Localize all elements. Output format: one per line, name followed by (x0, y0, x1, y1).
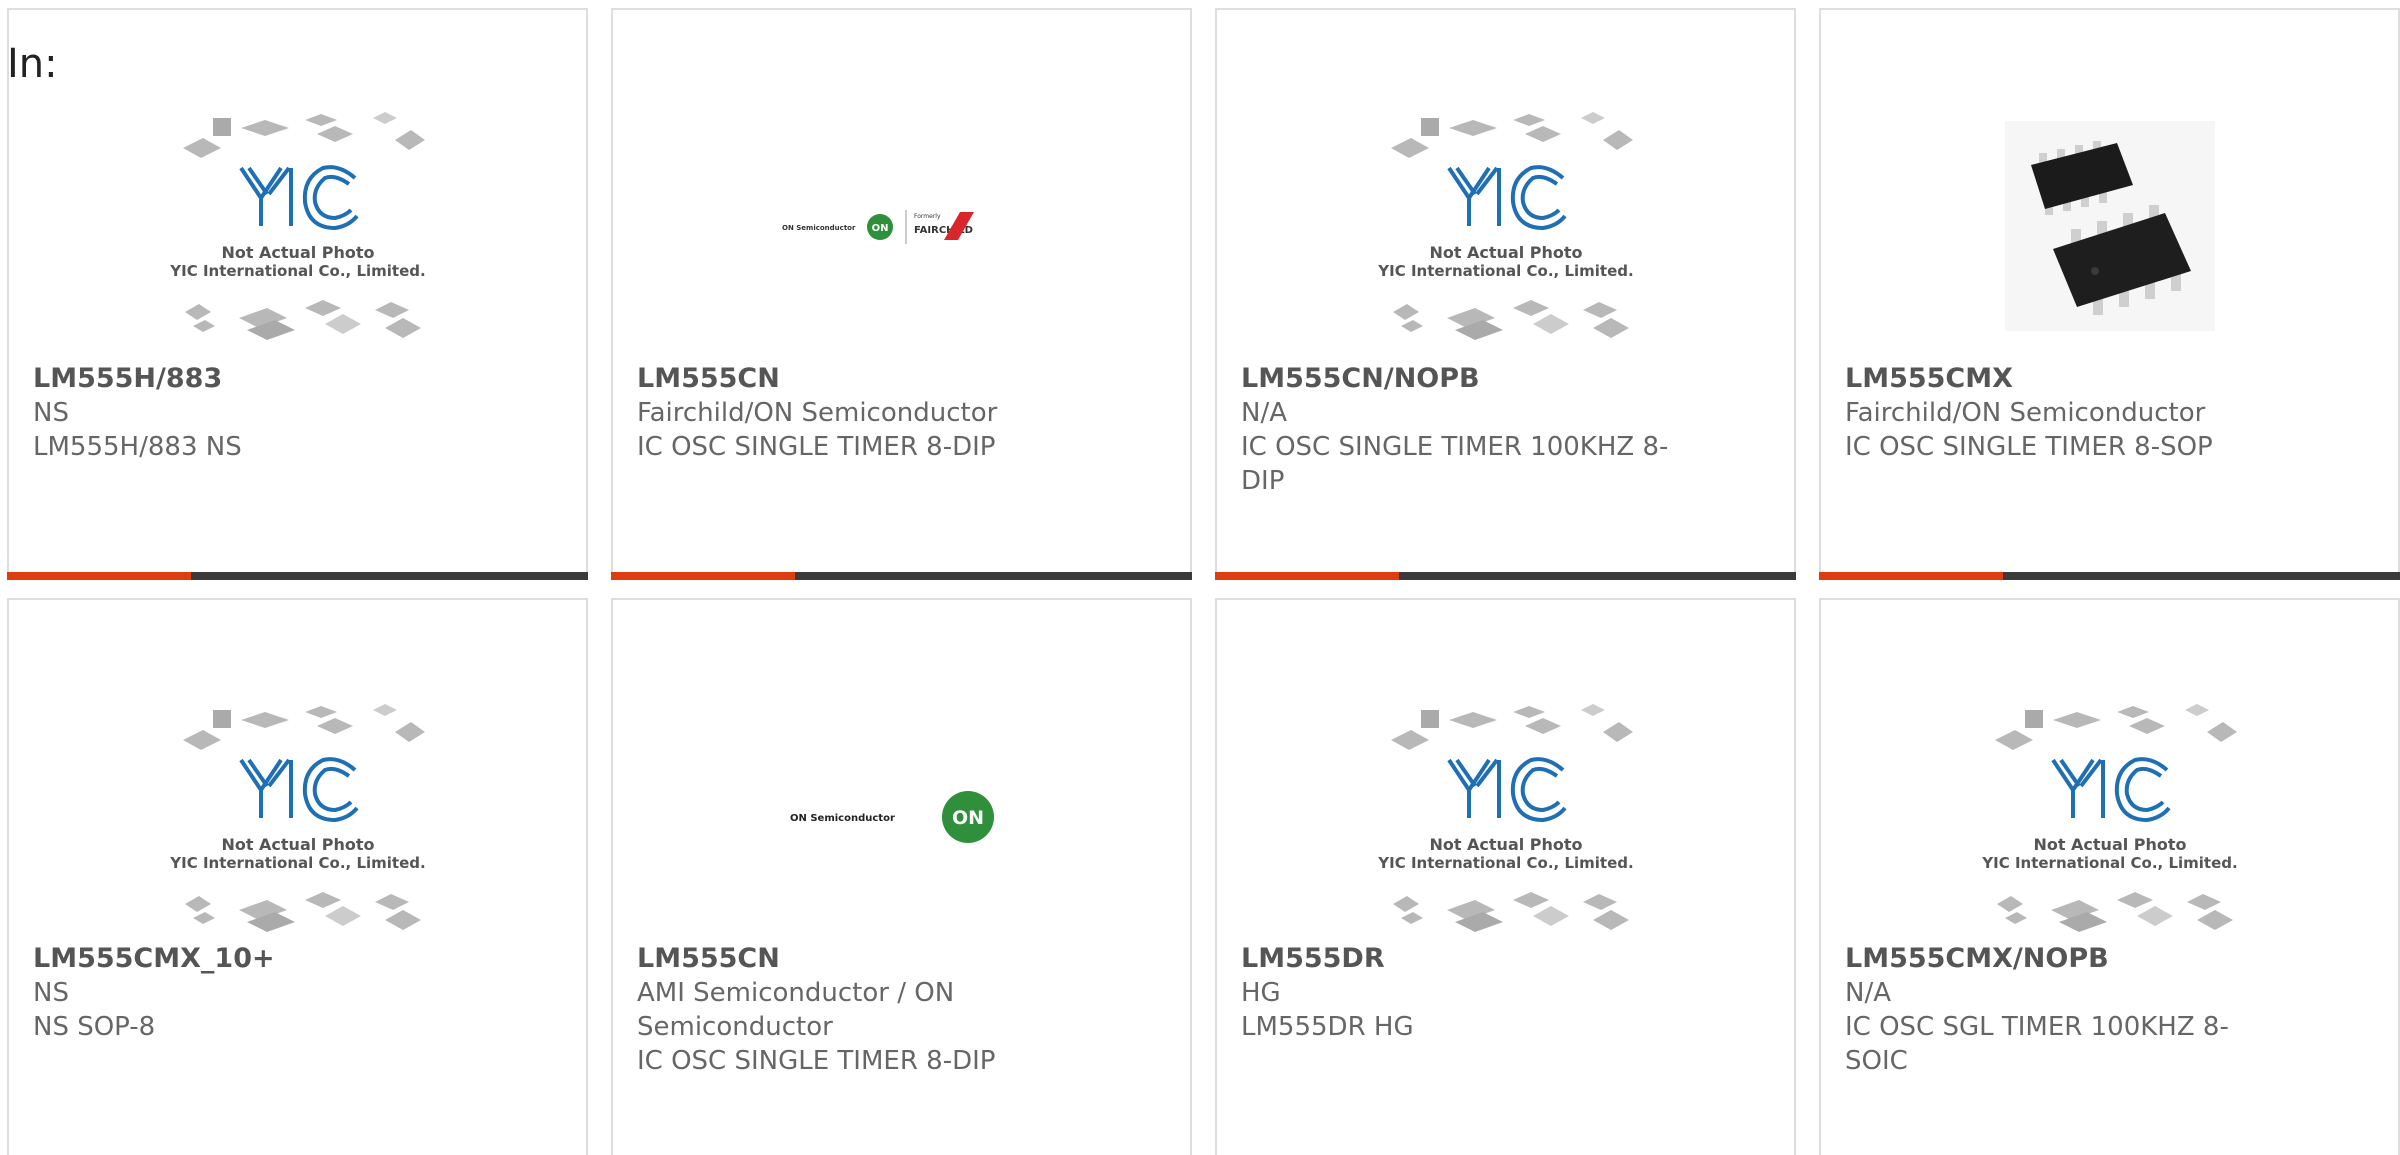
part-number[interactable]: LM555CN (637, 942, 780, 976)
card-accent-bar (7, 572, 588, 580)
manufacturer: Fairchild/ON Semiconductor (637, 398, 998, 428)
product-image: Not Actual Photo YIC International Co., … (1217, 688, 1794, 948)
manufacturer: HG (1241, 978, 1281, 1008)
part-number[interactable]: LM555CN/NOPB (1241, 362, 1480, 396)
product-image: Not Actual Photo YIC International Co., … (1217, 96, 1794, 356)
on-semi-logo-text: ON Semiconductor (790, 813, 895, 824)
product-grid-page: In: Not Actual Photo YIC International C… (0, 0, 2400, 1155)
svg-text:YIC International Co., Limited: YIC International Co., Limited. (1981, 854, 2237, 872)
product-image: ON Semiconductor ON (613, 688, 1190, 948)
part-number[interactable]: LM555DR (1241, 942, 1385, 976)
on-semi-logo-text: ON Semiconductor (782, 224, 856, 232)
product-card[interactable]: Not Actual Photo YIC International Co., … (1215, 598, 1796, 1155)
yic-placeholder-image: Not Actual Photo YIC International Co., … (169, 112, 425, 340)
product-card[interactable]: Not Actual Photo YIC International Co., … (1215, 8, 1796, 580)
part-number[interactable]: LM555CMX_10+ (33, 942, 275, 976)
product-image (1821, 96, 2398, 356)
description: IC OSC SINGLE TIMER 8-DIP (637, 432, 996, 462)
svg-text:YIC International Co., Limited: YIC International Co., Limited. (1377, 854, 1633, 872)
description: IC OSC SINGLE TIMER 8-DIP (637, 1046, 996, 1076)
description: IC OSC SINGLE TIMER 8-SOP (1845, 432, 2213, 462)
product-image: Not Actual Photo YIC International Co., … (9, 96, 586, 356)
svg-text:Not Actual Photo: Not Actual Photo (1429, 243, 1582, 262)
card-accent-bar (1215, 572, 1796, 580)
manufacturer: N/A (1241, 398, 1287, 428)
part-number[interactable]: LM555CMX/NOPB (1845, 942, 2109, 976)
card-accent-segment (1215, 572, 1399, 580)
section-heading: In: (7, 41, 58, 87)
manufacturer: NS (33, 978, 69, 1008)
svg-text:YIC International Co., Limited: YIC International Co., Limited. (169, 854, 425, 872)
on-semi-logo: ON Semiconductor ON (790, 791, 994, 843)
product-card[interactable]: Not Actual Photo YIC International Co., … (7, 598, 588, 1155)
placeholder-line2: YIC International Co., Limited. (169, 262, 425, 280)
description: LM555DR HG (1241, 1012, 1414, 1042)
description: IC OSC SGL TIMER 100KHZ 8-SOIC (1845, 1012, 2229, 1076)
soic-chip-photo (2004, 121, 2215, 331)
on-fairchild-logo: ON Semiconductor ON Formerly FAIRCHILD (782, 210, 974, 244)
manufacturer: N/A (1845, 978, 1891, 1008)
product-image: ON Semiconductor ON Formerly FAIRCHILD (613, 96, 1190, 356)
product-card[interactable]: ON Semiconductor ON Formerly FAIRCHILD L… (611, 8, 1192, 580)
yic-placeholder-image: Not Actual Photo YIC International Co., … (1981, 704, 2237, 932)
card-accent-segment (611, 572, 795, 580)
svg-text:ON: ON (871, 223, 888, 234)
part-number[interactable]: LM555H/883 (33, 362, 222, 396)
svg-text:ON: ON (951, 807, 983, 829)
part-number[interactable]: LM555CMX (1845, 362, 2013, 396)
card-accent-segment (7, 572, 191, 580)
product-card[interactable]: ON Semiconductor ON LM555CN AMI Semicond… (611, 598, 1192, 1155)
product-card[interactable]: LM555CMX Fairchild/ON Semiconductor IC O… (1819, 8, 2400, 580)
product-image: Not Actual Photo YIC International Co., … (9, 688, 586, 948)
manufacturer: AMI Semiconductor / ON Semiconductor (637, 978, 955, 1042)
description: NS SOP-8 (33, 1012, 156, 1042)
svg-text:YIC International Co., Limited: YIC International Co., Limited. (1377, 262, 1633, 280)
yic-placeholder-image: Not Actual Photo YIC International Co., … (1377, 704, 1633, 932)
card-accent-bar (611, 572, 1192, 580)
part-number[interactable]: LM555CN (637, 362, 780, 396)
card-accent-bar (1819, 572, 2400, 580)
yic-placeholder-image: Not Actual Photo YIC International Co., … (1377, 112, 1633, 340)
placeholder-line1: Not Actual Photo (221, 243, 374, 262)
product-card[interactable]: Not Actual Photo YIC International Co., … (7, 8, 588, 580)
svg-text:Formerly: Formerly (914, 213, 941, 220)
svg-text:Not Actual Photo: Not Actual Photo (2033, 835, 2186, 854)
svg-text:Not Actual Photo: Not Actual Photo (221, 835, 374, 854)
product-card[interactable]: Not Actual Photo YIC International Co., … (1819, 598, 2400, 1155)
manufacturer: NS (33, 398, 69, 428)
product-image: Not Actual Photo YIC International Co., … (1821, 688, 2398, 948)
yic-placeholder-image: Not Actual Photo YIC International Co., … (169, 704, 425, 932)
manufacturer: Fairchild/ON Semiconductor (1845, 398, 2206, 428)
card-accent-segment (1819, 572, 2003, 580)
description: IC OSC SINGLE TIMER 100KHZ 8-DIP (1241, 432, 1669, 496)
description: LM555H/883 NS (33, 432, 242, 462)
svg-text:Not Actual Photo: Not Actual Photo (1429, 835, 1582, 854)
